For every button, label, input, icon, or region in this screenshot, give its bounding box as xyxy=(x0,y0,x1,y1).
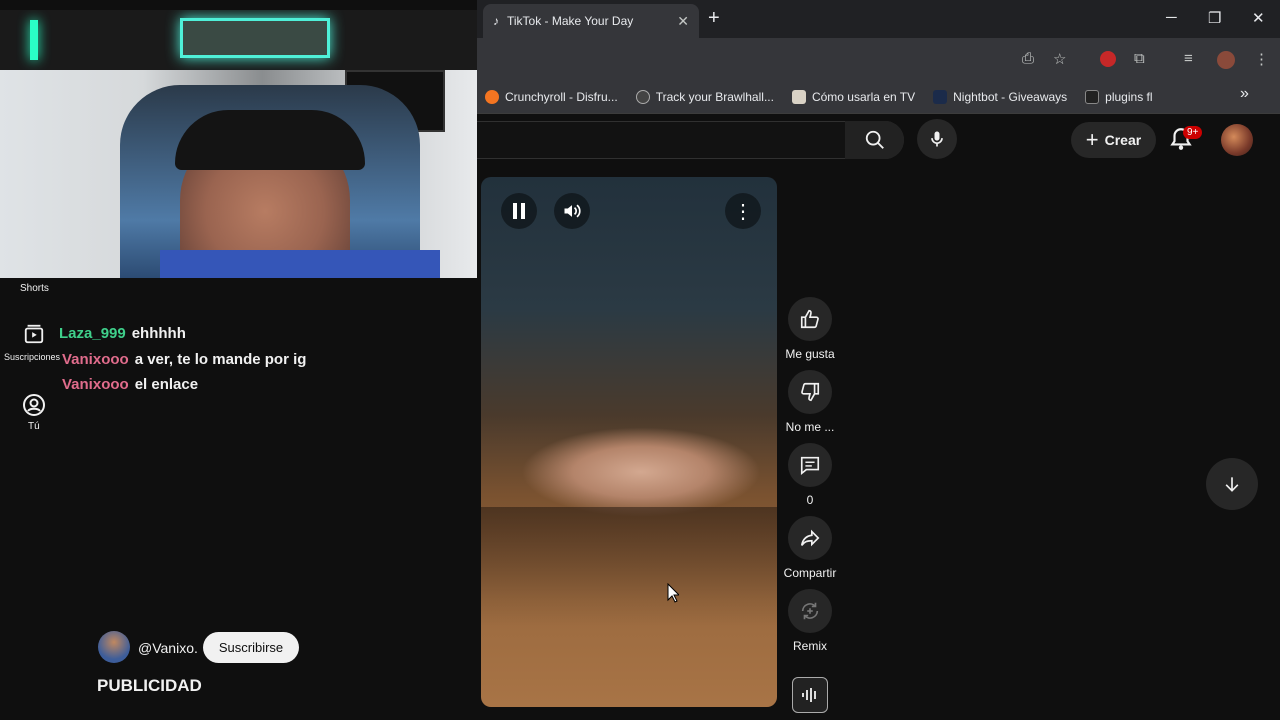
mouse-cursor-icon xyxy=(667,582,681,608)
menu-kebab-icon[interactable]: ⋮ xyxy=(1254,50,1269,68)
create-button[interactable]: + Crear xyxy=(1071,122,1156,158)
bookmarks-bar: Crunchyroll - Disfru... Track your Brawl… xyxy=(477,80,1280,114)
dislike-label: No me ... xyxy=(785,420,835,434)
audio-track-button[interactable] xyxy=(792,677,828,713)
chat-message: Vanixooo a ver, te lo mande por ig xyxy=(62,351,306,368)
short-video-player[interactable] xyxy=(481,177,777,707)
extension-icon[interactable] xyxy=(1100,51,1116,67)
arrow-down-icon xyxy=(1225,477,1239,492)
create-label: Crear xyxy=(1104,132,1142,148)
install-app-icon[interactable]: ⎙ xyxy=(1022,50,1034,67)
comments-button[interactable]: 0 xyxy=(786,443,834,507)
bookmark-item[interactable]: Track your Brawlhall... xyxy=(635,89,774,104)
bookmark-item[interactable]: Nightbot - Giveaways xyxy=(933,89,1067,104)
microphone-icon xyxy=(931,131,943,147)
sidebar-item-subscriptions[interactable]: Suscripciones xyxy=(4,352,60,362)
video-hands-image xyxy=(521,427,761,517)
kebab-icon: ⋮ xyxy=(733,200,753,223)
chat-text: ehhhhh xyxy=(131,325,186,342)
subscriptions-icon[interactable] xyxy=(23,323,45,350)
comment-icon xyxy=(800,456,820,475)
short-caption: PUBLICIDAD xyxy=(97,676,202,695)
chat-message: Vanixooo el enlace xyxy=(62,376,198,393)
bookmarks-overflow-button[interactable]: » xyxy=(1240,85,1249,103)
crunchyroll-icon xyxy=(485,89,499,104)
remix-label: Remix xyxy=(792,639,827,653)
volume-button[interactable] xyxy=(554,193,590,229)
bookmark-item[interactable]: Cómo usarla en TV xyxy=(791,89,915,104)
browser-toolbar xyxy=(477,38,1280,80)
more-options-button[interactable]: ⋮ xyxy=(725,193,761,229)
page-thumbnail-icon xyxy=(791,89,806,104)
share-label: Compartir xyxy=(783,566,837,580)
chat-username: Laza_999 xyxy=(59,325,126,342)
thumbs-down-icon xyxy=(801,382,820,402)
thumbs-up-icon xyxy=(800,309,819,329)
profile-avatar[interactable] xyxy=(1217,51,1235,69)
sidebar-item-shorts[interactable]: Shorts xyxy=(20,283,49,294)
voice-search-button[interactable] xyxy=(917,119,957,159)
channel-avatar[interactable] xyxy=(98,631,130,663)
bookmark-star-icon[interactable]: ☆ xyxy=(1053,50,1066,68)
extensions-puzzle-icon[interactable]: ⧉ xyxy=(1134,50,1145,67)
bookmark-item[interactable]: Crunchyroll - Disfru... xyxy=(485,89,618,104)
video-shadow xyxy=(481,507,777,627)
volume-icon xyxy=(564,204,581,218)
pause-button[interactable] xyxy=(501,193,537,229)
plugins-icon xyxy=(1085,89,1100,104)
nightbot-icon xyxy=(933,89,948,104)
webcam-overlay xyxy=(0,10,477,278)
pause-icon xyxy=(513,203,525,219)
tiktok-icon: ♪ xyxy=(493,14,499,28)
share-icon xyxy=(800,529,820,547)
chat-username: Vanixooo xyxy=(62,351,129,368)
chat-username: Vanixooo xyxy=(62,376,129,393)
like-button[interactable]: Me gusta xyxy=(785,297,835,361)
minimize-button[interactable]: ─ xyxy=(1166,9,1177,26)
chat-text: el enlace xyxy=(134,376,199,393)
comments-count: 0 xyxy=(806,493,814,507)
media-queue-icon[interactable]: ≡ xyxy=(1184,50,1193,67)
close-window-button[interactable]: ✕ xyxy=(1252,9,1265,27)
channel-handle[interactable]: @Vanixo. xyxy=(138,640,198,656)
remix-icon xyxy=(801,602,819,620)
remix-button[interactable]: Remix xyxy=(786,589,834,653)
tab-title: TikTok - Make Your Day xyxy=(507,14,634,28)
tab-close-button[interactable]: ✕ xyxy=(677,13,689,30)
audio-waveform-icon xyxy=(802,688,816,702)
next-short-button[interactable] xyxy=(1206,458,1258,510)
notification-badge: 9+ xyxy=(1183,126,1203,139)
search-button[interactable] xyxy=(845,121,904,159)
brawlhalla-icon xyxy=(635,89,650,104)
subscribe-button[interactable]: Suscribirse xyxy=(203,632,299,663)
maximize-button[interactable]: ❐ xyxy=(1208,9,1221,27)
search-icon xyxy=(865,130,884,149)
dislike-button[interactable]: No me ... xyxy=(786,370,834,434)
browser-tab-tiktok[interactable]: ♪ TikTok - Make Your Day ✕ xyxy=(483,4,699,38)
avatar[interactable] xyxy=(1221,124,1253,156)
new-tab-button[interactable]: + xyxy=(708,8,720,28)
chat-text: a ver, te lo mande por ig xyxy=(134,351,307,368)
plus-icon: + xyxy=(1085,127,1099,152)
chat-message: Laza_999 ehhhhh xyxy=(59,325,186,342)
you-icon[interactable] xyxy=(22,393,46,422)
search-input[interactable] xyxy=(477,121,904,159)
like-label: Me gusta xyxy=(785,347,835,361)
sidebar-item-you[interactable]: Tú xyxy=(28,421,40,432)
bookmark-item[interactable]: plugins fl xyxy=(1085,89,1153,104)
share-button[interactable]: Compartir xyxy=(783,516,837,580)
